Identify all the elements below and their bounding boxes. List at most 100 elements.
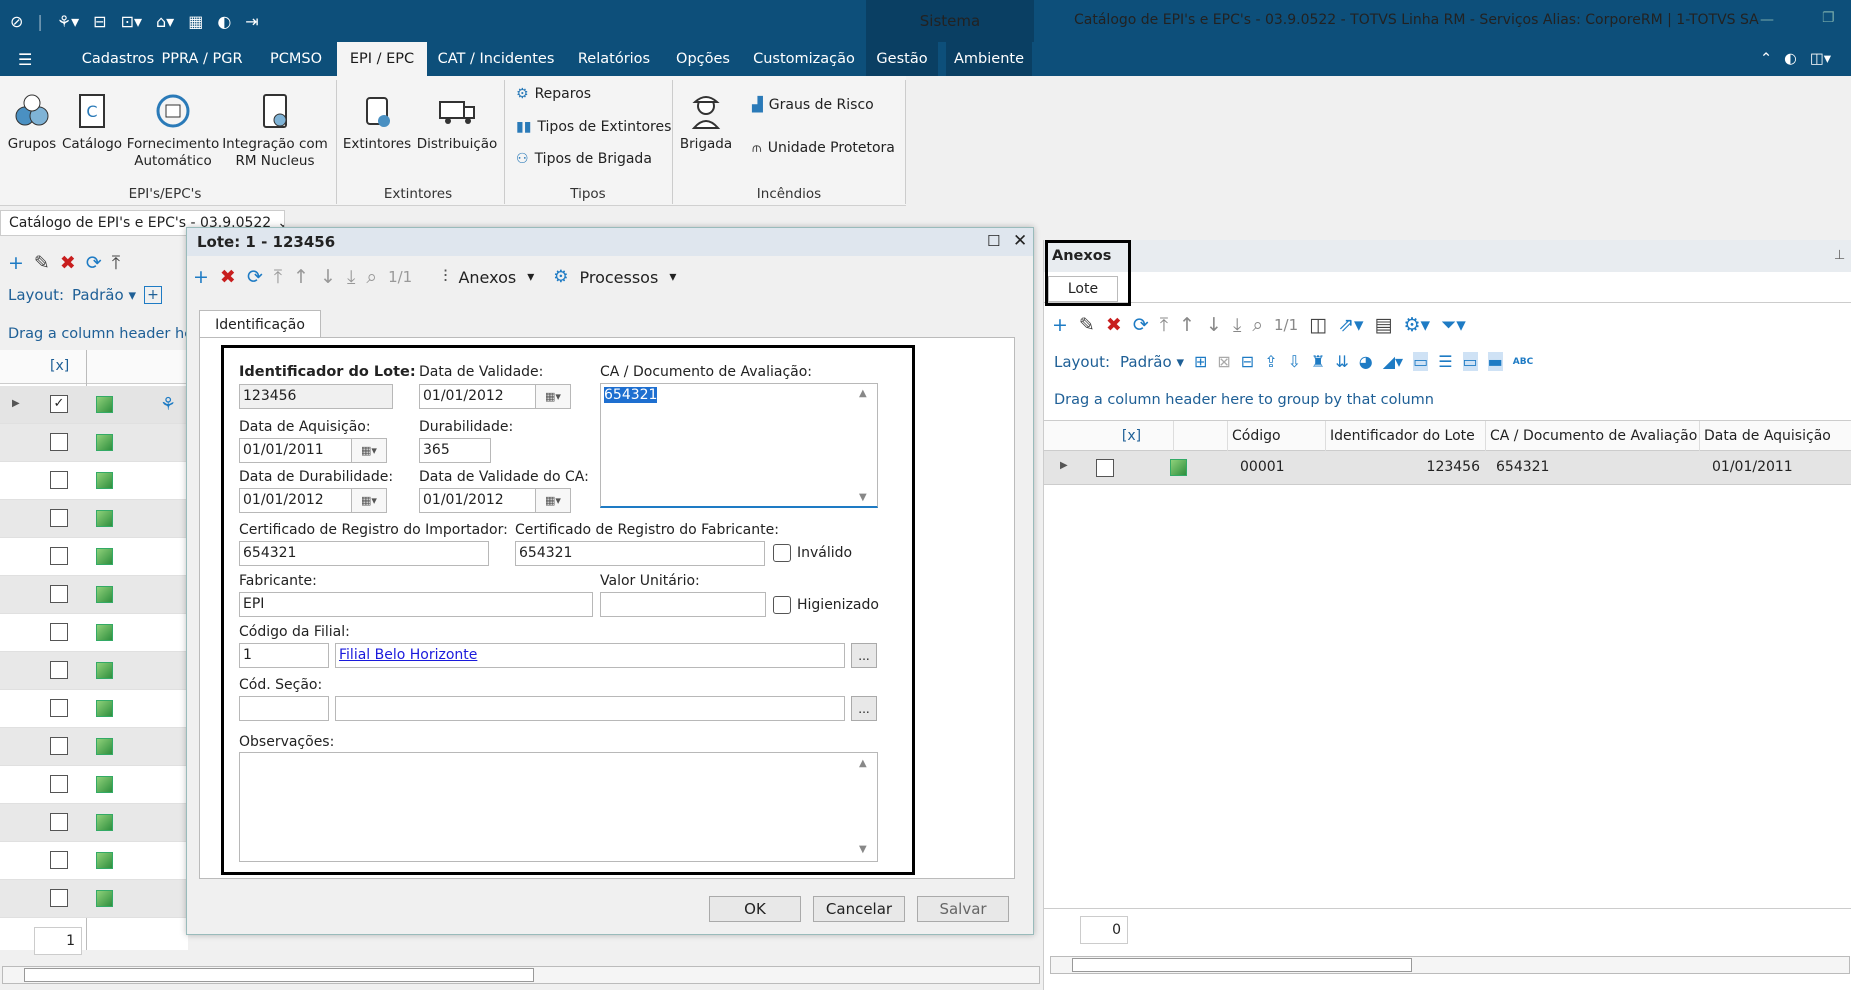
table-row[interactable]: [0, 842, 188, 880]
table-row[interactable]: [0, 462, 188, 500]
higienizado-checkbox[interactable]: [773, 596, 791, 614]
ribbon-brigada-button[interactable]: Brigada: [676, 90, 736, 153]
delete-icon[interactable]: ✖: [1106, 314, 1122, 336]
cod-secao-field[interactable]: [239, 696, 329, 721]
table-row[interactable]: [0, 766, 188, 804]
filial-lookup-button[interactable]: ...: [851, 643, 877, 668]
table-row[interactable]: [0, 576, 188, 614]
menu-ambiente[interactable]: Ambiente: [946, 42, 1032, 76]
pin-icon[interactable]: ⊥: [1834, 248, 1845, 263]
gear-icon[interactable]: ⚙▾: [1404, 314, 1431, 336]
refresh-icon[interactable]: ⟳: [1133, 314, 1149, 336]
calculator-icon[interactable]: ▦: [188, 12, 203, 31]
anexos-hscroll-thumb[interactable]: [1072, 958, 1412, 972]
save-button[interactable]: Salvar: [917, 896, 1009, 922]
row-checkbox[interactable]: [50, 775, 68, 793]
data-validade-ca-field[interactable]: 01/01/2012: [419, 488, 541, 513]
ribbon-grupos-button[interactable]: Grupos: [6, 90, 58, 153]
app-menu-icon[interactable]: ⊘: [10, 12, 23, 31]
data-aquisicao-field[interactable]: 01/01/2011: [239, 438, 357, 463]
ribbon-integracao-button[interactable]: Integração com RM Nucleus: [222, 90, 328, 170]
observacoes-textarea[interactable]: [239, 752, 878, 862]
scroll-down-icon[interactable]: ▼: [859, 492, 867, 503]
table-row[interactable]: [0, 728, 188, 766]
ribbon-fornecimento-button[interactable]: Fornecimento Automático: [127, 90, 219, 170]
row-expand-icon[interactable]: ▶: [1060, 460, 1068, 471]
row-checkbox[interactable]: [50, 699, 68, 717]
anexos-button[interactable]: Anexos: [458, 268, 516, 287]
table-row[interactable]: [0, 880, 188, 918]
delete-icon[interactable]: ✖: [220, 266, 236, 288]
layout-icon[interactable]: ⊡▾: [121, 12, 142, 31]
col-data-aquisicao[interactable]: Data de Aquisição: [1700, 421, 1851, 451]
ribbon-graus-risco-button[interactable]: ▟ Graus de Risco: [752, 97, 874, 113]
durabilidade-field[interactable]: 365: [419, 438, 491, 463]
codigo-filial-field[interactable]: 1: [239, 643, 329, 668]
row-expand-icon[interactable]: ▶: [12, 398, 20, 409]
menu-pcmso[interactable]: PCMSO: [258, 42, 334, 76]
row-checkbox[interactable]: ✓: [50, 395, 68, 413]
col-codigo[interactable]: Código: [1228, 421, 1326, 451]
ribbon-distribuicao-button[interactable]: Distribuição: [416, 90, 498, 153]
ribbon-reparos-button[interactable]: ⚙ Reparos: [516, 86, 591, 102]
gear-icon[interactable]: ⚙: [553, 267, 568, 287]
help-icon[interactable]: ◐: [1784, 42, 1797, 76]
ribbon-catalogo-button[interactable]: C Catálogo: [62, 90, 122, 153]
processos-button[interactable]: Processos: [579, 268, 658, 287]
filial-link[interactable]: Filial Belo Horizonte: [339, 647, 477, 663]
cert-fabricante-field[interactable]: 654321: [515, 541, 765, 566]
next-record-icon[interactable]: ↓: [1206, 314, 1222, 336]
export-icon[interactable]: ⇗▾: [1338, 314, 1363, 336]
first-record-icon[interactable]: ⤒: [1160, 314, 1168, 336]
filter-icon[interactable]: ⏷▾: [1441, 314, 1466, 336]
row-toggle-icon[interactable]: ▬: [1487, 352, 1503, 371]
valor-unitario-field[interactable]: [600, 592, 766, 617]
ca-textarea[interactable]: 654321: [600, 383, 878, 508]
restore-button[interactable]: ❐: [1822, 10, 1835, 26]
add-icon[interactable]: +: [193, 266, 209, 288]
window-icon[interactable]: ⊟: [93, 12, 106, 31]
add-icon[interactable]: +: [8, 252, 24, 274]
calendar-icon[interactable]: ▦▾: [535, 488, 571, 513]
calendar-icon[interactable]: ▦▾: [351, 438, 387, 463]
menu-opcoes[interactable]: Opções: [668, 42, 738, 76]
sistema-label[interactable]: Sistema: [866, 0, 1034, 42]
minimize-button[interactable]: —: [1760, 12, 1774, 28]
collapse-ribbon-icon[interactable]: ⌃: [1760, 42, 1772, 76]
row-checkbox[interactable]: [50, 585, 68, 603]
calendar-icon[interactable]: ▦▾: [535, 384, 571, 409]
secao-lookup-field[interactable]: [335, 696, 845, 721]
previous-record-icon[interactable]: ↑: [1179, 314, 1195, 336]
save-layout-icon[interactable]: ⊟: [1241, 352, 1254, 371]
invalido-checkbox[interactable]: [773, 544, 791, 562]
row-checkbox[interactable]: [50, 509, 68, 527]
pin-column-icon[interactable]: ⇊: [1335, 352, 1348, 371]
menu-ppra-pgr[interactable]: PPRA / PGR: [152, 42, 252, 76]
last-record-icon[interactable]: ⤓: [1233, 314, 1241, 336]
footer-toggle-icon[interactable]: ▭: [1413, 352, 1429, 371]
next-record-icon[interactable]: ↓: [320, 266, 336, 288]
ok-button[interactable]: OK: [709, 896, 801, 922]
previous-record-icon[interactable]: ↑: [293, 266, 309, 288]
ribbon-unidade-protetora-button[interactable]: ⫙ Unidade Protetora: [752, 140, 895, 156]
row-checkbox[interactable]: [50, 471, 68, 489]
close-icon[interactable]: ✕: [1013, 231, 1027, 251]
menu-customizacao[interactable]: Customização: [750, 42, 858, 76]
first-record-icon[interactable]: ⤒: [112, 252, 120, 274]
table-row[interactable]: ✓ ▶ ⚘: [0, 386, 188, 424]
menu-cat-incidentes[interactable]: CAT / Incidentes: [436, 42, 556, 76]
secao-lookup-button[interactable]: ...: [851, 696, 877, 721]
row-checkbox[interactable]: [1096, 459, 1114, 477]
ribbon-tipos-extintores-button[interactable]: ▮▮ Tipos de Extintores: [516, 119, 671, 135]
scroll-down-icon[interactable]: ▼: [859, 844, 867, 855]
row-checkbox[interactable]: [50, 813, 68, 831]
cert-importador-field[interactable]: 654321: [239, 541, 489, 566]
refresh-icon[interactable]: ⟳: [86, 252, 102, 274]
search-icon[interactable]: ⌕: [1252, 314, 1263, 336]
data-validade-field[interactable]: 01/01/2012: [419, 384, 541, 409]
table-row[interactable]: [0, 424, 188, 462]
add-layout-icon[interactable]: +: [143, 286, 162, 304]
group-panel-icon[interactable]: ☰: [1438, 352, 1452, 371]
table-row[interactable]: [0, 690, 188, 728]
globe-icon[interactable]: ◐: [217, 12, 231, 31]
